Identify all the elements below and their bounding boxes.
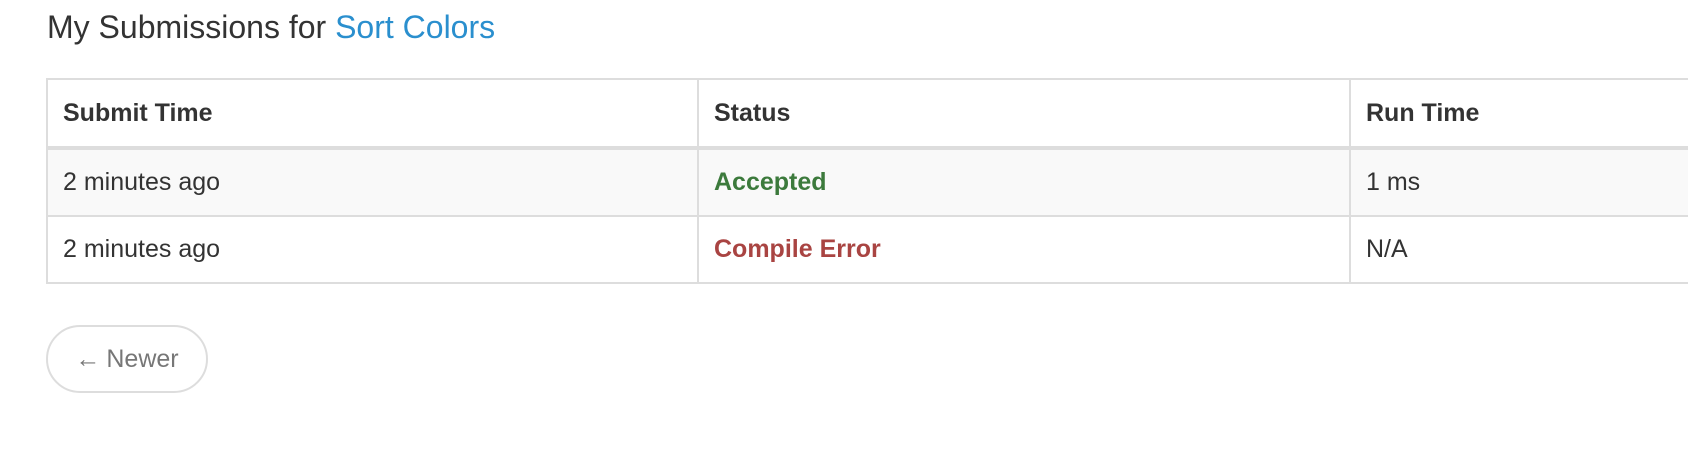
submissions-table-wrapper: Submit Time Status Run Time 2 minutes ag… xyxy=(46,78,1688,284)
problem-link[interactable]: Sort Colors xyxy=(335,9,495,45)
page-title: My Submissions for Sort Colors xyxy=(47,2,495,52)
table-row: 2 minutes ago Accepted 1 ms xyxy=(46,147,1688,217)
submissions-page: My Submissions for Sort Colors Submit Ti… xyxy=(0,0,1688,462)
submit-time-cell: 2 minutes ago xyxy=(46,147,699,217)
submit-time-cell: 2 minutes ago xyxy=(46,215,699,284)
status-cell: Accepted xyxy=(697,147,1351,217)
newer-button[interactable]: ← Newer xyxy=(46,325,208,393)
run-time-cell: N/A xyxy=(1349,215,1688,284)
column-header-status: Status xyxy=(697,78,1351,150)
table-header-row: Submit Time Status Run Time xyxy=(46,78,1688,150)
table-row: 2 minutes ago Compile Error N/A xyxy=(46,215,1688,284)
left-arrow-icon: ← xyxy=(75,344,101,373)
status-cell: Compile Error xyxy=(697,215,1351,284)
status-link-accepted[interactable]: Accepted xyxy=(714,168,827,196)
submissions-table: Submit Time Status Run Time 2 minutes ag… xyxy=(46,78,1688,284)
newer-button-label: Newer xyxy=(106,344,179,373)
column-header-submit-time: Submit Time xyxy=(46,78,699,150)
page-title-prefix: My Submissions for xyxy=(47,9,327,45)
run-time-cell: 1 ms xyxy=(1349,147,1688,217)
column-header-run-time: Run Time xyxy=(1349,78,1688,150)
status-link-compile-error[interactable]: Compile Error xyxy=(714,235,881,263)
